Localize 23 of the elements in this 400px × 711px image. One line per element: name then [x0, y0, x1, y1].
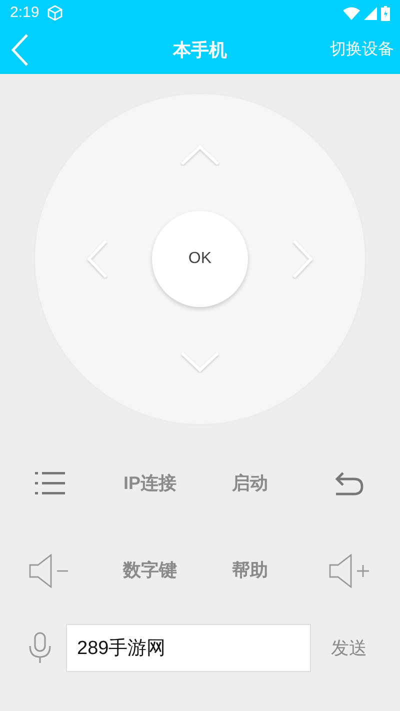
cube-icon: [47, 5, 64, 21]
microphone-icon[interactable]: [27, 632, 53, 664]
undo-button[interactable]: [335, 470, 365, 496]
left-arrow-button[interactable]: [86, 238, 108, 279]
down-arrow-button[interactable]: [180, 350, 220, 374]
volume-down-button[interactable]: [29, 554, 71, 588]
wifi-icon: [343, 6, 360, 20]
remote-button[interactable]: IP连接: [123, 470, 176, 497]
send-button[interactable]: 发送: [331, 634, 367, 662]
text-input-field[interactable]: 289手游网: [66, 624, 311, 672]
menu-button[interactable]: [35, 471, 65, 496]
signal-icon: [364, 6, 377, 20]
up-arrow-button[interactable]: [180, 144, 220, 168]
status-time: 2:19: [10, 2, 40, 23]
screen-title: 本手机: [173, 38, 227, 62]
remote-button[interactable]: 数字键: [123, 557, 177, 584]
remote-button[interactable]: 帮助: [232, 557, 268, 584]
volume-up-button[interactable]: [329, 554, 371, 588]
ok-button[interactable]: OK: [152, 210, 248, 307]
battery-icon: [381, 6, 390, 20]
remote-button[interactable]: 启动: [232, 470, 268, 497]
right-arrow-button[interactable]: [292, 238, 314, 279]
switch-device-button[interactable]: 切换设备: [330, 38, 400, 62]
